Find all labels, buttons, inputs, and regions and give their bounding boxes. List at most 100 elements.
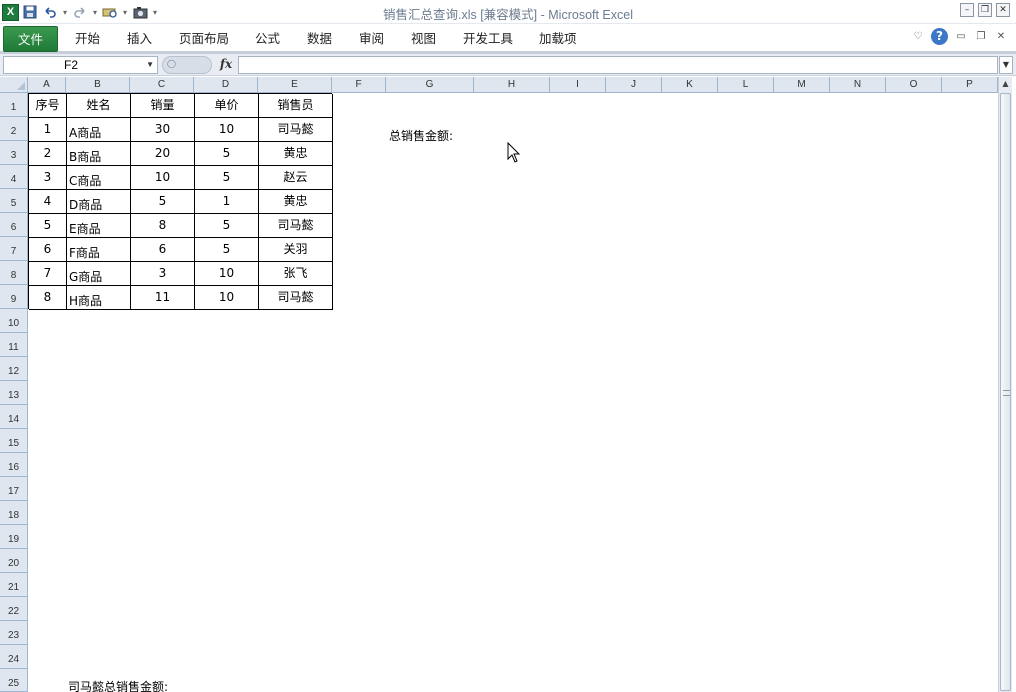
workbook-minimize-icon[interactable]: ▭ bbox=[954, 30, 968, 44]
table-cell[interactable]: 黄忠 bbox=[259, 190, 333, 214]
column-header[interactable]: H bbox=[474, 77, 550, 93]
total-sales-label[interactable]: 总销售金额: bbox=[389, 127, 453, 144]
table-cell[interactable]: 10 bbox=[195, 118, 259, 142]
row-header[interactable]: 22 bbox=[0, 597, 28, 621]
column-header[interactable]: G bbox=[386, 77, 474, 93]
row-header[interactable]: 11 bbox=[0, 333, 28, 357]
table-cell[interactable]: A商品 bbox=[67, 118, 131, 142]
row-header[interactable]: 23 bbox=[0, 621, 28, 645]
column-header[interactable]: D bbox=[194, 77, 258, 93]
column-header[interactable]: P bbox=[942, 77, 998, 93]
row-header[interactable]: 5 bbox=[0, 189, 28, 213]
worksheet-grid[interactable]: A B C D E F G H I J K L M N O P 1 2 3 4 … bbox=[0, 77, 998, 692]
simayi-total-sales-label[interactable]: 司马懿总销售金额: bbox=[68, 678, 168, 692]
workbook-restore-icon[interactable]: ❐ bbox=[974, 30, 988, 44]
table-header-cell[interactable]: 销量 bbox=[131, 94, 195, 118]
column-header[interactable]: K bbox=[662, 77, 718, 93]
column-header[interactable]: A bbox=[28, 77, 66, 93]
table-cell[interactable]: 10 bbox=[131, 166, 195, 190]
minimize-ribbon-icon[interactable]: ♡ bbox=[911, 30, 925, 44]
table-cell[interactable]: 2 bbox=[29, 142, 67, 166]
table-cell[interactable]: H商品 bbox=[67, 286, 131, 310]
tab-page-layout[interactable]: 页面布局 bbox=[179, 29, 229, 51]
tab-developer[interactable]: 开发工具 bbox=[463, 29, 513, 51]
table-cell[interactable]: 6 bbox=[131, 238, 195, 262]
row-header[interactable]: 13 bbox=[0, 381, 28, 405]
table-cell[interactable]: F商品 bbox=[67, 238, 131, 262]
table-cell[interactable]: 司马懿 bbox=[259, 286, 333, 310]
column-header[interactable]: M bbox=[774, 77, 830, 93]
table-cell[interactable]: 5 bbox=[29, 214, 67, 238]
row-header[interactable]: 21 bbox=[0, 573, 28, 597]
column-header[interactable]: O bbox=[886, 77, 942, 93]
row-header[interactable]: 2 bbox=[0, 117, 28, 141]
table-cell[interactable]: 5 bbox=[195, 142, 259, 166]
table-header-cell[interactable]: 序号 bbox=[29, 94, 67, 118]
name-box-dropdown-icon[interactable]: ▼ bbox=[146, 57, 154, 73]
table-cell[interactable]: 3 bbox=[131, 262, 195, 286]
tab-addins[interactable]: 加载项 bbox=[539, 29, 577, 51]
row-header[interactable]: 4 bbox=[0, 165, 28, 189]
table-cell[interactable]: 张飞 bbox=[259, 262, 333, 286]
row-header[interactable]: 16 bbox=[0, 453, 28, 477]
column-header[interactable]: C bbox=[130, 77, 194, 93]
table-cell[interactable]: 10 bbox=[195, 262, 259, 286]
column-header[interactable]: L bbox=[718, 77, 774, 93]
table-cell[interactable]: B商品 bbox=[67, 142, 131, 166]
table-cell[interactable]: 6 bbox=[29, 238, 67, 262]
row-header[interactable]: 19 bbox=[0, 525, 28, 549]
table-cell[interactable]: 黄忠 bbox=[259, 142, 333, 166]
row-header[interactable]: 7 bbox=[0, 237, 28, 261]
tab-formulas[interactable]: 公式 bbox=[255, 29, 280, 51]
workbook-close-icon[interactable]: ✕ bbox=[994, 30, 1008, 44]
tab-home[interactable]: 开始 bbox=[75, 29, 100, 51]
scroll-up-icon[interactable]: ▲ bbox=[999, 77, 1012, 91]
tab-view[interactable]: 视图 bbox=[411, 29, 436, 51]
table-cell[interactable]: 20 bbox=[131, 142, 195, 166]
table-header-cell[interactable]: 销售员 bbox=[259, 94, 333, 118]
row-header[interactable]: 9 bbox=[0, 285, 28, 309]
tab-insert[interactable]: 插入 bbox=[127, 29, 152, 51]
table-header-cell[interactable]: 姓名 bbox=[67, 94, 131, 118]
select-all-corner[interactable] bbox=[0, 77, 28, 93]
restore-icon[interactable]: ❐ bbox=[978, 3, 992, 17]
row-header[interactable]: 18 bbox=[0, 501, 28, 525]
name-box[interactable]: F2 ▼ bbox=[3, 56, 158, 74]
row-header[interactable]: 10 bbox=[0, 309, 28, 333]
table-cell[interactable]: 5 bbox=[195, 238, 259, 262]
column-header[interactable]: B bbox=[66, 77, 130, 93]
row-header[interactable]: 25 bbox=[0, 669, 28, 692]
tab-data[interactable]: 数据 bbox=[307, 29, 332, 51]
table-cell[interactable]: 10 bbox=[195, 286, 259, 310]
row-header[interactable]: 3 bbox=[0, 141, 28, 165]
row-header[interactable]: 17 bbox=[0, 477, 28, 501]
scrollbar-thumb[interactable] bbox=[1000, 93, 1011, 691]
column-header[interactable]: N bbox=[830, 77, 886, 93]
minimize-icon[interactable]: – bbox=[960, 3, 974, 17]
row-header[interactable]: 20 bbox=[0, 549, 28, 573]
table-cell[interactable]: 司马懿 bbox=[259, 214, 333, 238]
table-cell[interactable]: G商品 bbox=[67, 262, 131, 286]
row-header[interactable]: 12 bbox=[0, 357, 28, 381]
table-cell[interactable]: 4 bbox=[29, 190, 67, 214]
insert-function-icon[interactable]: fx bbox=[216, 56, 236, 74]
table-cell[interactable]: 30 bbox=[131, 118, 195, 142]
table-cell[interactable]: 司马懿 bbox=[259, 118, 333, 142]
table-cell[interactable]: 5 bbox=[131, 190, 195, 214]
column-header[interactable]: E bbox=[258, 77, 332, 93]
column-header[interactable]: F bbox=[332, 77, 386, 93]
row-header[interactable]: 1 bbox=[0, 93, 28, 117]
table-cell[interactable]: 1 bbox=[195, 190, 259, 214]
tab-review[interactable]: 审阅 bbox=[359, 29, 384, 51]
formula-bar-resize-handle[interactable]: ◯ bbox=[162, 56, 212, 74]
table-cell[interactable]: 5 bbox=[195, 214, 259, 238]
table-cell[interactable]: 8 bbox=[29, 286, 67, 310]
table-cell[interactable]: C商品 bbox=[67, 166, 131, 190]
expand-formula-bar-icon[interactable]: ▼ bbox=[999, 56, 1013, 74]
close-icon[interactable]: ✕ bbox=[996, 3, 1010, 17]
table-cell[interactable]: 7 bbox=[29, 262, 67, 286]
table-header-cell[interactable]: 单价 bbox=[195, 94, 259, 118]
table-cell[interactable]: 3 bbox=[29, 166, 67, 190]
table-cell[interactable]: 关羽 bbox=[259, 238, 333, 262]
row-header[interactable]: 8 bbox=[0, 261, 28, 285]
